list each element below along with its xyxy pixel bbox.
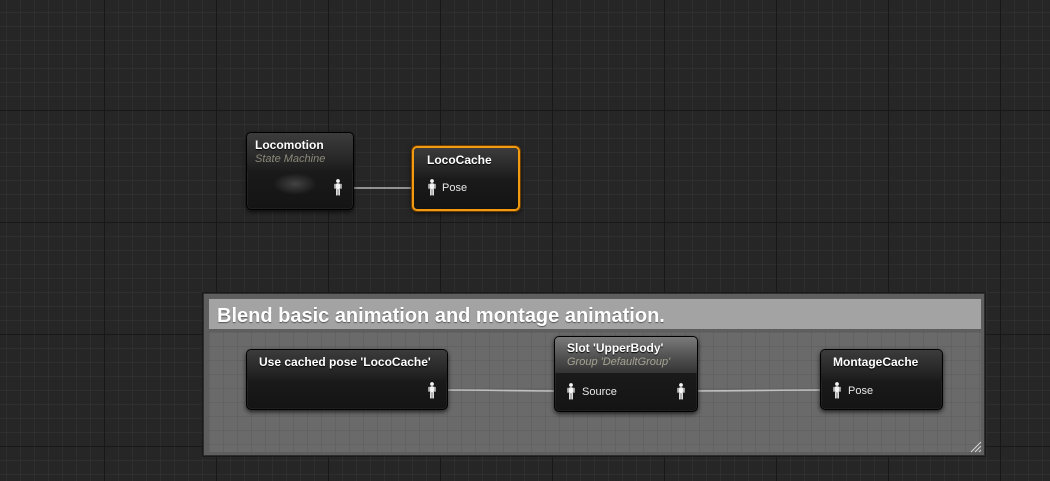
- pose-input-pin-icon[interactable]: [428, 179, 436, 196]
- node-title: Slot 'UpperBody': [567, 341, 664, 355]
- pin-label: Pose: [442, 182, 468, 194]
- node-title: LocoCache: [427, 153, 492, 167]
- pose-output-pin-icon[interactable]: [334, 179, 342, 196]
- node-use-cached-pose[interactable]: Use cached pose 'LocoCache': [246, 349, 448, 410]
- node-subtitle: Group 'DefaultGroup': [567, 356, 671, 368]
- node-subtitle: State Machine: [255, 153, 326, 165]
- comment-title-bar[interactable]: Blend basic animation and montage animat…: [209, 299, 981, 329]
- pose-input-pin-icon[interactable]: [833, 382, 841, 399]
- node-title: Use cached pose 'LocoCache': [259, 355, 431, 369]
- node-lococache[interactable]: LocoCache Pose: [412, 146, 520, 211]
- resize-grip-icon[interactable]: [970, 441, 982, 453]
- anim-graph-canvas[interactable]: Blend basic animation and montage animat…: [0, 0, 1050, 481]
- node-montagecache[interactable]: MontageCache Pose: [820, 349, 943, 410]
- comment-text: Blend basic animation and montage animat…: [217, 305, 665, 327]
- pose-output-pin-icon[interactable]: [677, 383, 685, 400]
- pose-output-pin-icon[interactable]: [428, 382, 436, 399]
- node-locomotion[interactable]: Locomotion State Machine: [246, 132, 354, 210]
- node-title: Locomotion: [255, 138, 324, 152]
- node-title: MontageCache: [833, 355, 919, 369]
- pose-input-pin-icon[interactable]: [567, 383, 575, 400]
- pin-label: Pose: [848, 385, 874, 397]
- node-slot-upperbody[interactable]: Slot 'UpperBody' Group 'DefaultGroup' So…: [554, 336, 698, 412]
- pin-label: Source: [582, 386, 617, 398]
- node-preview: [273, 173, 317, 195]
